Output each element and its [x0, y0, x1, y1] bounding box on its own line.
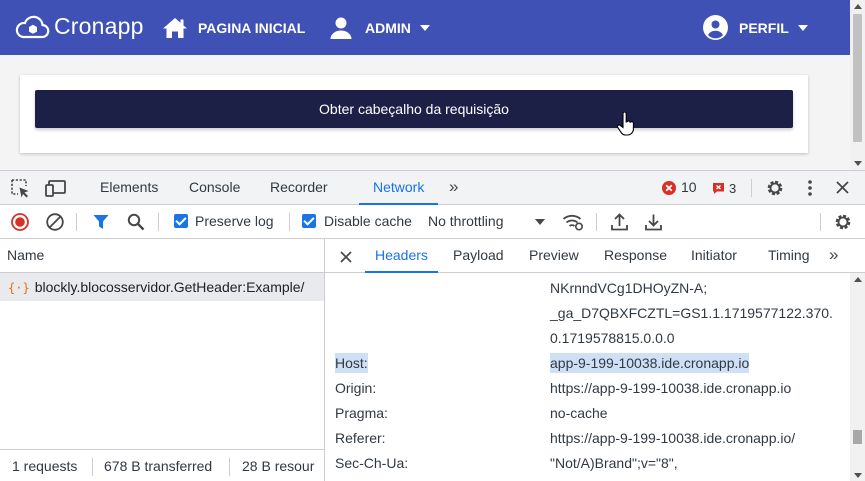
nav-profile-label: PERFIL [739, 19, 789, 36]
header-value-host: app-9-199-10038.ide.cronapp.io [550, 353, 750, 373]
header-name-referer: Referer: [335, 430, 386, 446]
nav-admin-label: ADMIN [365, 19, 411, 36]
tab-network[interactable]: Network [358, 171, 439, 205]
tab-initiator[interactable]: Initiator [691, 239, 737, 272]
cookie-value-line: _ga_D7QBXFCZTL=GS1.1.1719577122.370. [550, 305, 833, 321]
toolbar-divider [76, 213, 77, 231]
request-headers-list: NKrnndVCg1DHOyZN-A; _ga_D7QBXFCZTL=GS1.1… [325, 273, 850, 481]
scrollbar-thumb[interactable] [853, 14, 862, 142]
toolbar-divider [596, 213, 597, 231]
xhr-fetch-icon: {·} [8, 281, 30, 295]
scroll-down-arrow-icon[interactable] [854, 161, 862, 166]
cloud-logo-icon [14, 12, 50, 40]
user-icon [330, 17, 352, 39]
brand-name: Cronapp [54, 12, 144, 39]
header-name-origin: Origin: [335, 380, 377, 396]
toolbar-divider [751, 179, 752, 197]
device-toolbar-icon[interactable] [45, 180, 67, 200]
throttling-chevron-down-icon[interactable] [535, 219, 545, 225]
preserve-log-checkbox[interactable] [174, 214, 188, 228]
settings-gear-icon[interactable] [765, 178, 785, 201]
more-tabs-chevron-icon[interactable]: » [449, 177, 458, 197]
tab-payload[interactable]: Payload [453, 239, 504, 272]
home-icon [162, 17, 188, 39]
header-name-pragma: Pragma: [335, 405, 388, 421]
header-name-host: Host: [335, 353, 368, 373]
tab-elements[interactable]: Elements [100, 171, 158, 204]
chevron-down-icon [797, 24, 808, 31]
page-content: Obter cabeçalho da requisição [0, 55, 850, 170]
header-value-referer: https://app-9-199-10038.ide.cronapp.io/ [550, 430, 796, 446]
tab-recorder[interactable]: Recorder [270, 171, 328, 204]
toolbar-divider [820, 213, 821, 231]
disable-cache-label[interactable]: Disable cache [324, 205, 412, 238]
nav-admin-dropdown[interactable]: ADMIN [330, 0, 430, 55]
header-value-sec-ch-ua: "Not/A)Brand";v="8", [550, 455, 678, 471]
scroll-down-arrow-icon[interactable] [854, 473, 862, 478]
header-value-origin: https://app-9-199-10038.ide.cronapp.io [550, 380, 792, 396]
issues-count[interactable]: 3 [729, 171, 736, 206]
scroll-up-arrow-icon[interactable] [854, 277, 862, 282]
preserve-log-label[interactable]: Preserve log [195, 205, 274, 238]
nav-home[interactable]: PAGINA INICIAL [162, 0, 305, 55]
throttling-select[interactable]: No throttling [428, 205, 503, 238]
toolbar-divider [158, 213, 159, 231]
app-navbar: Cronapp PAGINA INICIAL ADMIN PERFIL [0, 0, 850, 55]
network-settings-gear-icon[interactable] [833, 212, 853, 235]
page-scrollbar[interactable] [850, 0, 865, 170]
network-status-bar: 1 requests 678 B transferred 28 B resour [0, 449, 324, 481]
scrollbar-thumb[interactable] [853, 430, 862, 444]
issues-icon[interactable] [712, 182, 725, 198]
tab-preview[interactable]: Preview [529, 239, 579, 272]
transferred-size: 678 B transferred [104, 458, 213, 474]
status-divider [229, 458, 230, 476]
more-detail-tabs-chevron-icon[interactable]: » [829, 245, 838, 265]
error-count[interactable]: 10 [681, 171, 697, 204]
resources-size: 28 B resour [242, 458, 315, 474]
status-divider [92, 458, 93, 476]
clear-log-icon[interactable] [46, 213, 64, 234]
cookie-value-line: NKrnndVCg1DHOyZN-A; [550, 280, 708, 296]
request-list-pane: Name {·} blockly.blocosservidor.GetHeader… [0, 239, 325, 481]
name-column-header[interactable]: Name [0, 239, 324, 273]
header-name-sec-ch-ua: Sec-Ch-Ua: [335, 455, 409, 471]
tab-console[interactable]: Console [189, 171, 240, 204]
header-value-pragma: no-cache [550, 405, 608, 421]
content-card: Obter cabeçalho da requisição [20, 75, 808, 153]
account-circle-icon [703, 15, 728, 40]
network-conditions-wifi-icon[interactable] [562, 213, 584, 234]
devtools-panel: Elements Console Recorder Network » 10 3 [0, 170, 865, 481]
close-detail-icon[interactable] [340, 250, 352, 266]
export-har-download-icon[interactable] [645, 213, 662, 234]
scroll-up-arrow-icon[interactable] [854, 4, 862, 9]
nav-profile-dropdown[interactable]: PERFIL [703, 0, 808, 55]
request-name: blockly.blocosservidor.GetHeader:Example… [34, 279, 305, 295]
import-har-upload-icon[interactable] [611, 213, 628, 234]
request-detail-pane: Headers Payload Preview Response Initiat… [325, 239, 865, 481]
tab-timing[interactable]: Timing [768, 239, 810, 272]
brand-logo[interactable]: Cronapp [14, 12, 144, 40]
search-icon[interactable] [127, 213, 145, 234]
nav-home-label: PAGINA INICIAL [198, 19, 306, 36]
devtools-tab-bar: Elements Console Recorder Network » 10 3 [0, 171, 865, 205]
more-options-vertical-icon[interactable] [808, 180, 812, 199]
error-icon[interactable] [662, 181, 676, 198]
request-row[interactable]: {·} blockly.blocosservidor.GetHeader:Exam… [0, 273, 324, 301]
tab-response[interactable]: Response [604, 239, 667, 272]
get-request-header-button[interactable]: Obter cabeçalho da requisição [35, 90, 793, 128]
inspect-element-icon[interactable] [11, 179, 30, 201]
network-toolbar: Preserve log Disable cache No throttling [0, 205, 865, 239]
request-count: 1 requests [12, 458, 78, 474]
disable-cache-checkbox[interactable] [302, 214, 316, 228]
detail-tab-bar: Headers Payload Preview Response Initiat… [325, 239, 865, 273]
cookie-value-line: 0.1719578815.0.0.0 [550, 330, 675, 346]
chevron-down-icon [419, 24, 430, 31]
tab-headers[interactable]: Headers [365, 239, 438, 273]
filter-funnel-icon[interactable] [93, 214, 109, 233]
close-devtools-icon[interactable] [836, 181, 849, 197]
toolbar-divider [289, 213, 290, 231]
headers-scrollbar[interactable] [850, 273, 865, 481]
hand-pointer-cursor-icon [616, 111, 635, 141]
stop-recording-icon[interactable] [11, 213, 29, 234]
